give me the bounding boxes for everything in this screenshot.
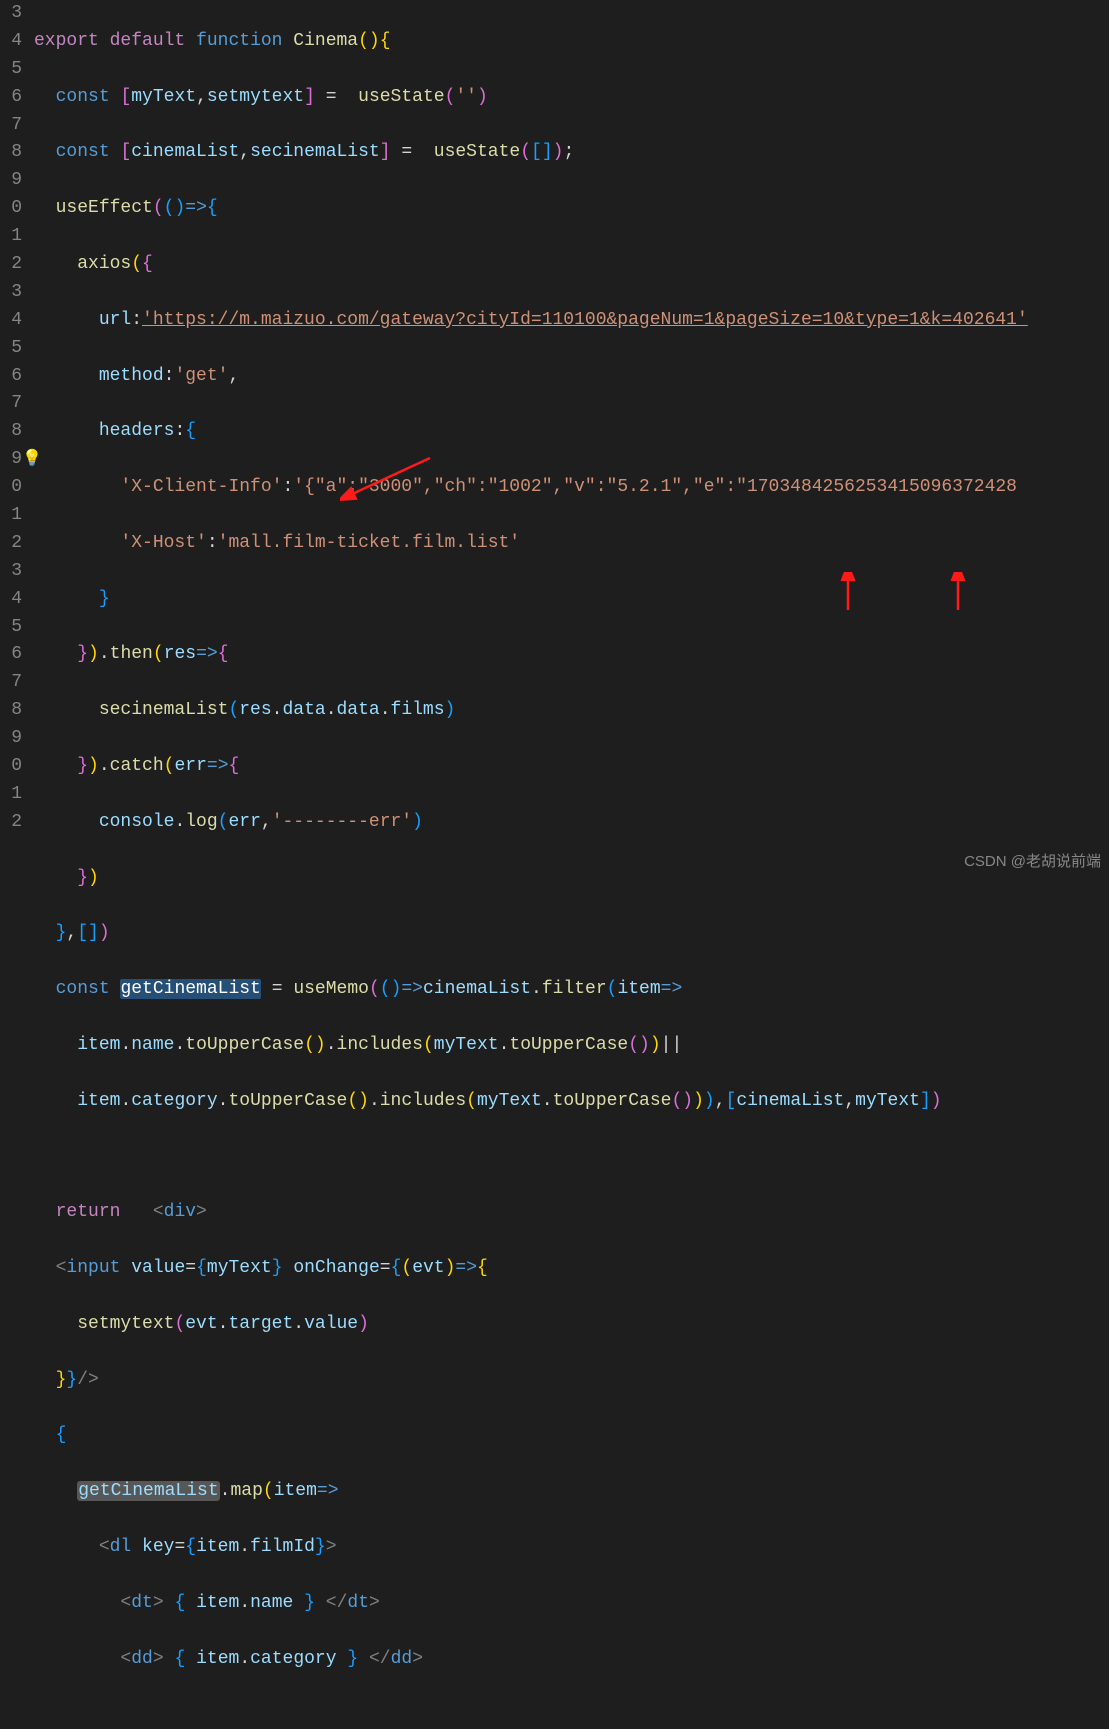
code-line[interactable]: <input value={myText} onChange={(evt)=>{ xyxy=(34,1255,1109,1283)
code-line[interactable]: item.category.toUpperCase().includes(myT… xyxy=(34,1088,1109,1116)
code-line[interactable]: <dl key={item.filmId}> xyxy=(34,1534,1109,1562)
selection-getcinemalist: getCinemaList xyxy=(120,979,260,999)
code-line[interactable]: <dd> { item.category } </dd> xyxy=(34,1646,1109,1674)
watermark: CSDN @老胡说前端 xyxy=(964,850,1101,873)
code-line[interactable]: <dt> { item.name } </dt> xyxy=(34,1590,1109,1618)
code-line[interactable]: export default function Cinema(){ xyxy=(34,28,1109,56)
code-line[interactable]: const [myText,setmytext] = useState('') xyxy=(34,84,1109,112)
word-highlight-getcinemalist: getCinemaList xyxy=(77,1481,219,1501)
code-line[interactable]: item.name.toUpperCase().includes(myText.… xyxy=(34,1032,1109,1060)
code-line[interactable]: return <div> xyxy=(34,1199,1109,1227)
code-line[interactable]: 'X-Client-Info':'{"a":"3000","ch":"1002"… xyxy=(34,474,1109,502)
code-line[interactable]: },[]) xyxy=(34,920,1109,948)
line-number-gutter: 345678901234567890123456789012 xyxy=(0,0,30,879)
code-line[interactable]: setmytext(evt.target.value) xyxy=(34,1311,1109,1339)
code-line[interactable]: useEffect(()=>{ xyxy=(34,195,1109,223)
code-line[interactable]: console.log(err,'--------err') xyxy=(34,809,1109,837)
code-line[interactable]: url:'https://m.maizuo.com/gateway?cityId… xyxy=(34,307,1109,335)
code-line[interactable]: axios({ xyxy=(34,251,1109,279)
code-line[interactable]: method:'get', xyxy=(34,363,1109,391)
code-line[interactable]: }).catch(err=>{ xyxy=(34,753,1109,781)
code-line[interactable]: getCinemaList.map(item=> xyxy=(34,1478,1109,1506)
code-line[interactable]: const [cinemaList,secinemaList] = useSta… xyxy=(34,139,1109,167)
code-line[interactable] xyxy=(34,1144,1109,1172)
code-line[interactable]: secinemaList(res.data.data.films) xyxy=(34,697,1109,725)
code-line[interactable]: const getCinemaList = useMemo(()=>cinema… xyxy=(34,976,1109,1004)
code-editor[interactable]: 345678901234567890123456789012 export de… xyxy=(0,0,1109,879)
code-line[interactable]: } xyxy=(34,586,1109,614)
code-line[interactable]: 'X-Host':'mall.film-ticket.film.list' xyxy=(34,530,1109,558)
code-area[interactable]: export default function Cinema(){ const … xyxy=(30,0,1109,879)
code-line[interactable]: }}/> xyxy=(34,1367,1109,1395)
code-line[interactable]: headers:{ xyxy=(34,418,1109,446)
code-line[interactable]: { xyxy=(34,1422,1109,1450)
code-line[interactable]: }).then(res=>{ xyxy=(34,641,1109,669)
lightbulb-icon[interactable]: 💡 xyxy=(22,447,42,472)
